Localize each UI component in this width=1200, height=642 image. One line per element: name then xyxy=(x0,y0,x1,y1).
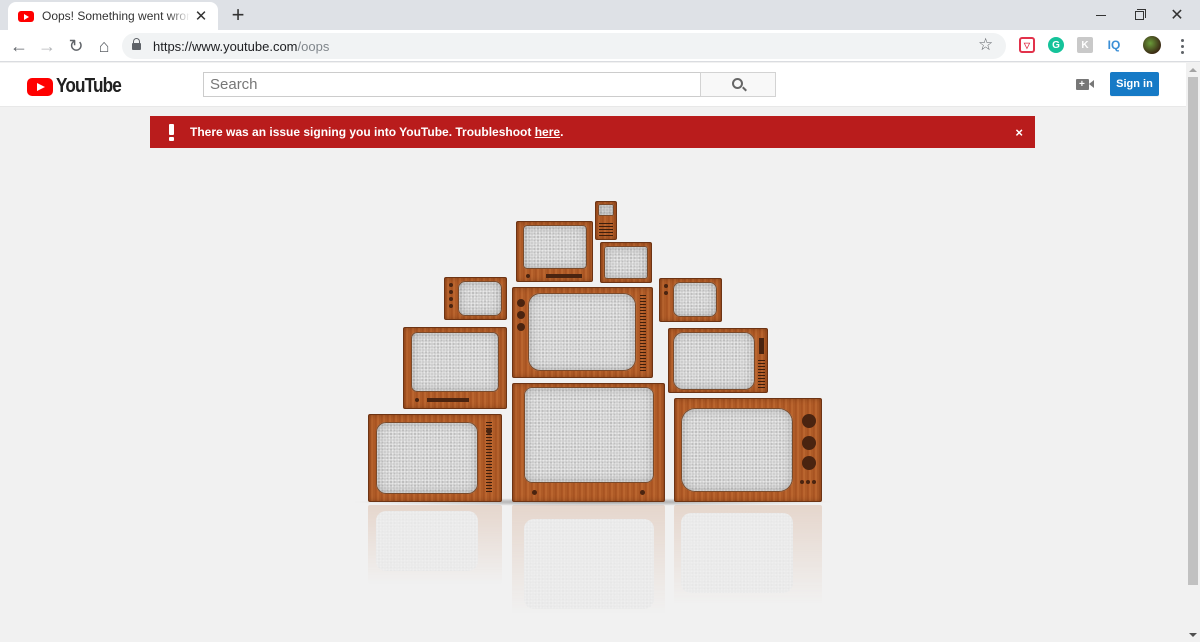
tv-bottom-center xyxy=(512,383,665,502)
scroll-up-arrow-icon[interactable] xyxy=(1189,68,1197,72)
scroll-down-arrow-icon[interactable] xyxy=(1189,633,1197,637)
tv-middle-left xyxy=(403,327,507,409)
broken-tv-illustration xyxy=(0,0,1186,642)
tv-middle-center xyxy=(512,287,653,378)
tv-reflection-left xyxy=(368,505,502,585)
tv-top-tiny xyxy=(595,201,617,240)
scroll-thumb[interactable] xyxy=(1188,77,1198,585)
tv-middle-right xyxy=(668,328,768,393)
tv-upper-left xyxy=(444,277,507,320)
tv-top-center xyxy=(600,242,652,283)
page-scrollbar[interactable] xyxy=(1186,63,1200,642)
tv-upper-right xyxy=(659,278,722,322)
tv-reflection-center xyxy=(512,505,665,615)
tv-bottom-right xyxy=(674,398,822,502)
tv-reflection-right xyxy=(674,505,822,605)
tv-bottom-left xyxy=(368,414,502,502)
tv-top-left xyxy=(516,221,593,282)
